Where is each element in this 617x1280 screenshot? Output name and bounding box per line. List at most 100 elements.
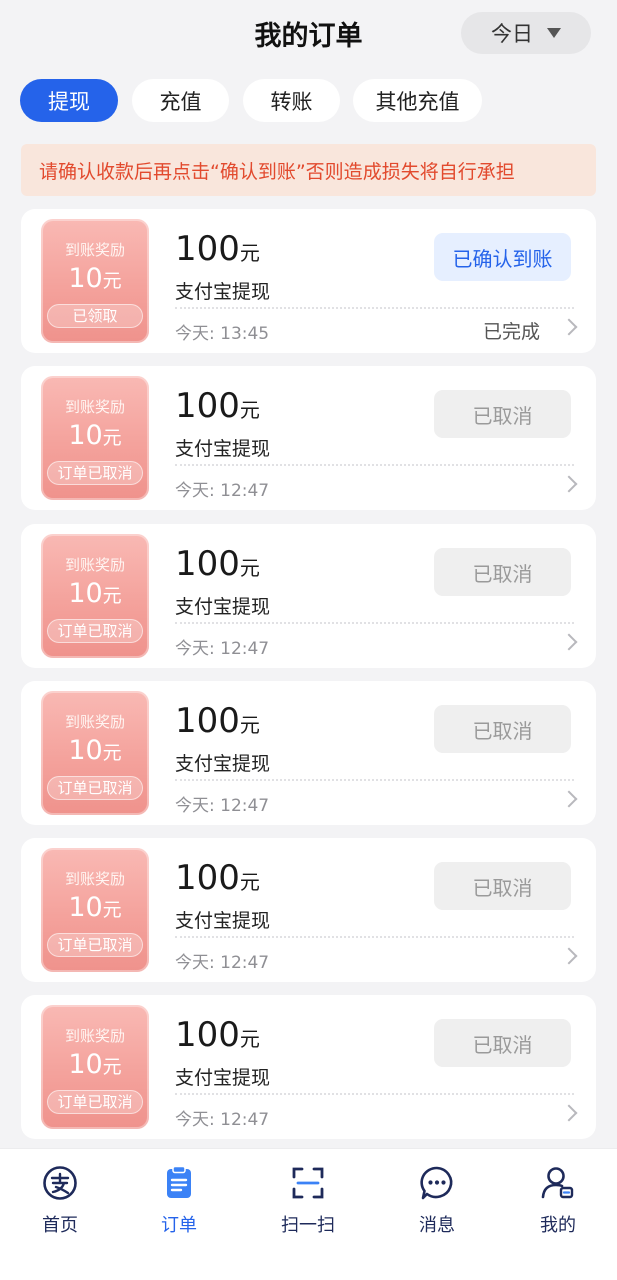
divider bbox=[175, 622, 574, 624]
order-card[interactable]: 到账奖励 10元 订单已取消 100元 支付宝提现 今天: 12:47 已取消 bbox=[21, 681, 596, 825]
nav-label: 消息 bbox=[419, 1215, 455, 1236]
tab-transfer[interactable]: 转账 bbox=[243, 79, 340, 122]
reward-amount: 10元 bbox=[41, 578, 149, 609]
order-amount-unit: 元 bbox=[239, 398, 260, 422]
order-amount: 100元 bbox=[175, 701, 260, 741]
reward-title: 到账奖励 bbox=[64, 1027, 125, 1045]
order-card[interactable]: 到账奖励 10元 订单已取消 100元 支付宝提现 今天: 12:47 已取消 bbox=[21, 838, 596, 982]
reward-title: 到账奖励 bbox=[64, 556, 125, 574]
reward-amount-value: 10 bbox=[68, 892, 103, 923]
tab-other-recharge[interactable]: 其他充值 bbox=[353, 79, 482, 122]
confirmed-receipt-button[interactable]: 已确认到账 bbox=[434, 233, 571, 281]
reward-amount: 10元 bbox=[41, 263, 149, 294]
profile-icon bbox=[541, 1167, 574, 1199]
order-card[interactable]: 到账奖励 10元 已领取 100元 支付宝提现 今天: 13:45 已确认到账 … bbox=[21, 209, 596, 353]
order-card[interactable]: 到账奖励 10元 订单已取消 100元 支付宝提现 今天: 12:47 已取消 bbox=[21, 995, 596, 1139]
chevron-right-icon[interactable] bbox=[560, 318, 578, 336]
reward-title: 到账奖励 bbox=[64, 241, 125, 259]
reward-badge: 到账奖励 10元 订单已取消 bbox=[41, 691, 149, 815]
reward-amount: 10元 bbox=[41, 892, 149, 923]
order-amount: 100元 bbox=[175, 544, 260, 584]
reward-unit: 元 bbox=[102, 427, 122, 449]
order-amount-unit: 元 bbox=[239, 241, 260, 265]
date-filter-select[interactable]: 今日 bbox=[461, 12, 591, 54]
tab-label: 转账 bbox=[270, 89, 313, 114]
order-amount-unit: 元 bbox=[239, 713, 260, 737]
header: 我的订单 今日 bbox=[0, 0, 617, 68]
order-method: 支付宝提现 bbox=[175, 753, 271, 775]
reward-unit: 元 bbox=[102, 899, 122, 921]
reward-amount-value: 10 bbox=[68, 1049, 103, 1080]
order-time: 今天: 12:47 bbox=[175, 953, 270, 973]
divider bbox=[175, 936, 574, 938]
tab-label: 提现 bbox=[48, 89, 90, 114]
reward-amount-value: 10 bbox=[68, 263, 103, 294]
cancelled-button[interactable]: 已取消 bbox=[434, 705, 571, 753]
chevron-right-icon[interactable] bbox=[560, 1104, 578, 1122]
reward-unit: 元 bbox=[102, 585, 122, 607]
reward-amount-value: 10 bbox=[68, 735, 103, 766]
reward-status: 订单已取消 bbox=[47, 461, 143, 485]
divider bbox=[175, 1093, 574, 1095]
order-method: 支付宝提现 bbox=[175, 1067, 271, 1089]
tab-withdraw[interactable]: 提现 bbox=[20, 79, 118, 122]
reward-title: 到账奖励 bbox=[64, 398, 125, 416]
chevron-right-icon[interactable] bbox=[560, 790, 578, 808]
message-icon bbox=[420, 1166, 453, 1200]
order-time: 今天: 12:47 bbox=[175, 796, 270, 816]
chevron-right-icon[interactable] bbox=[560, 633, 578, 651]
warning-banner: 请确认收款后再点击“确认到账”否则造成损失将自行承担 bbox=[21, 144, 596, 196]
order-amount-unit: 元 bbox=[239, 556, 260, 580]
order-card[interactable]: 到账奖励 10元 订单已取消 100元 支付宝提现 今天: 12:47 已取消 bbox=[21, 524, 596, 668]
nav-item-scan[interactable]: 扫一扫 bbox=[268, 1165, 348, 1236]
dropdown-arrow-icon bbox=[547, 28, 561, 38]
reward-badge: 到账奖励 10元 订单已取消 bbox=[41, 534, 149, 658]
order-amount-value: 100 bbox=[175, 229, 240, 269]
order-amount-value: 100 bbox=[175, 701, 240, 741]
order-time: 今天: 12:47 bbox=[175, 481, 270, 501]
divider bbox=[175, 307, 574, 309]
reward-badge: 到账奖励 10元 已领取 bbox=[41, 219, 149, 343]
nav-label: 扫一扫 bbox=[281, 1215, 335, 1236]
order-icon bbox=[167, 1165, 191, 1198]
order-status: 已完成 bbox=[483, 321, 541, 343]
cancelled-button[interactable]: 已取消 bbox=[434, 548, 571, 596]
order-method: 支付宝提现 bbox=[175, 910, 271, 932]
order-amount-value: 100 bbox=[175, 1015, 240, 1055]
order-amount-unit: 元 bbox=[239, 1027, 260, 1051]
reward-status: 订单已取消 bbox=[47, 933, 143, 957]
nav-label: 订单 bbox=[161, 1215, 197, 1236]
order-amount-value: 100 bbox=[175, 386, 240, 426]
nav-item-profile[interactable]: 我的 bbox=[518, 1165, 598, 1236]
nav-label: 首页 bbox=[42, 1215, 78, 1236]
reward-amount-value: 10 bbox=[68, 420, 103, 451]
scan-icon bbox=[292, 1167, 324, 1199]
order-method: 支付宝提现 bbox=[175, 438, 271, 460]
reward-title: 到账奖励 bbox=[64, 713, 125, 731]
reward-badge: 到账奖励 10元 订单已取消 bbox=[41, 1005, 149, 1129]
order-amount-unit: 元 bbox=[239, 870, 260, 894]
order-method: 支付宝提现 bbox=[175, 281, 271, 303]
nav-item-messages[interactable]: 消息 bbox=[397, 1165, 477, 1236]
tab-label: 充值 bbox=[159, 89, 202, 114]
reward-status: 订单已取消 bbox=[47, 619, 143, 643]
chevron-right-icon[interactable] bbox=[560, 475, 578, 493]
date-filter-value: 今日 bbox=[491, 22, 533, 46]
order-amount-value: 100 bbox=[175, 544, 240, 584]
cancelled-button[interactable]: 已取消 bbox=[434, 390, 571, 438]
nav-label: 我的 bbox=[540, 1215, 576, 1236]
cancelled-button[interactable]: 已取消 bbox=[434, 1019, 571, 1067]
order-time: 今天: 12:47 bbox=[175, 1110, 270, 1130]
nav-item-orders[interactable]: 订单 bbox=[139, 1165, 219, 1236]
reward-badge: 到账奖励 10元 订单已取消 bbox=[41, 848, 149, 972]
reward-status: 订单已取消 bbox=[47, 776, 143, 800]
order-amount: 100元 bbox=[175, 858, 260, 898]
nav-item-home[interactable]: 首页 bbox=[20, 1165, 100, 1236]
order-method: 支付宝提现 bbox=[175, 596, 271, 618]
reward-status: 已领取 bbox=[47, 304, 143, 328]
tab-recharge[interactable]: 充值 bbox=[132, 79, 229, 122]
cancelled-button[interactable]: 已取消 bbox=[434, 862, 571, 910]
reward-status: 订单已取消 bbox=[47, 1090, 143, 1114]
order-card[interactable]: 到账奖励 10元 订单已取消 100元 支付宝提现 今天: 12:47 已取消 bbox=[21, 366, 596, 510]
chevron-right-icon[interactable] bbox=[560, 947, 578, 965]
